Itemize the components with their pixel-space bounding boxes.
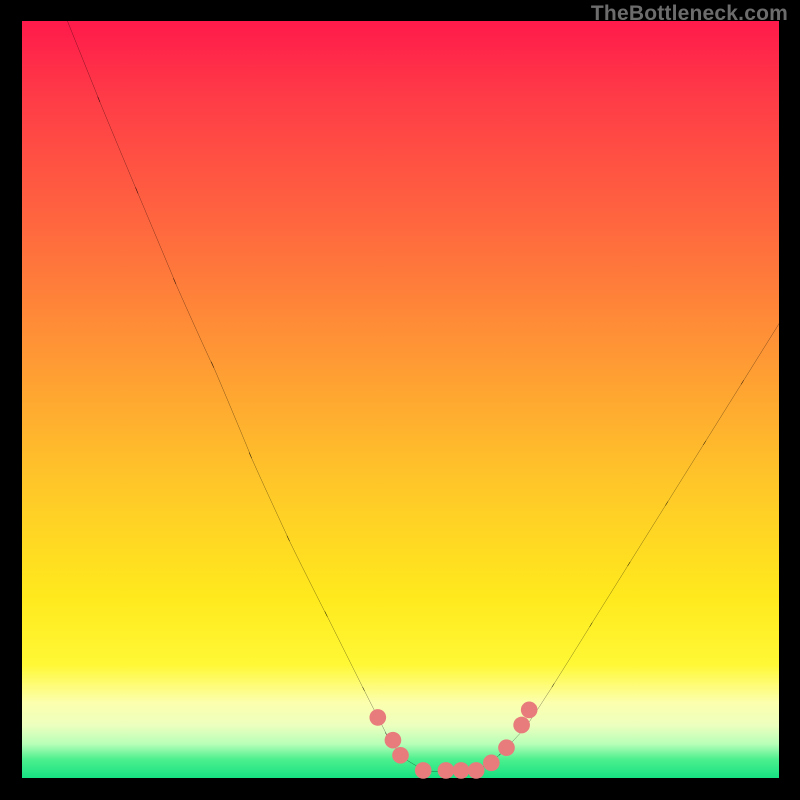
marker-dot <box>483 755 500 772</box>
bottleneck-curve <box>67 21 779 772</box>
marker-dot <box>385 732 402 749</box>
marker-dot <box>438 762 455 779</box>
marker-dot <box>369 709 386 726</box>
marker-dot <box>468 762 485 779</box>
marker-dot <box>415 762 432 779</box>
marker-dot <box>392 747 409 764</box>
highlight-markers <box>369 702 537 779</box>
marker-dot <box>453 762 470 779</box>
plot-area <box>22 21 779 778</box>
curve-svg <box>22 21 779 778</box>
marker-dot <box>498 739 515 756</box>
marker-dot <box>521 702 538 719</box>
marker-dot <box>513 717 530 734</box>
chart-frame: TheBottleneck.com <box>0 0 800 800</box>
watermark-text: TheBottleneck.com <box>591 2 788 26</box>
